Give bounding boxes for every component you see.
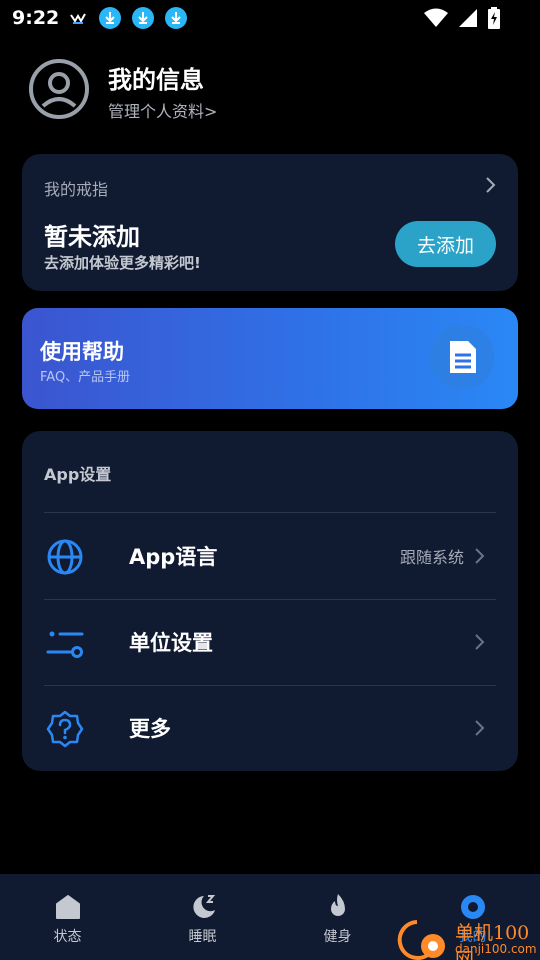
wifi-icon (424, 8, 448, 27)
sliders-icon (46, 631, 84, 658)
help-subtitle: FAQ、产品手册 (40, 370, 131, 385)
chevron-right-icon (475, 634, 485, 650)
flame-icon (330, 894, 345, 916)
home-icon (55, 895, 80, 919)
setting-value: 跟随系统 (399, 548, 464, 567)
tab-sleep[interactable]: 睡眠 (135, 874, 270, 960)
add-ring-button[interactable]: 去添加 (395, 221, 496, 267)
watermark-logo-icon (397, 920, 445, 960)
profile-header[interactable]: 我的信息 管理个人资料> (28, 58, 512, 122)
battery-charging-icon (488, 7, 500, 29)
app-settings-card: App设置 App语言 跟随系统 单位设置 更多 (22, 431, 518, 771)
ring-empty-text: 暂未添加 (44, 223, 140, 251)
globe-icon (47, 539, 83, 575)
chevron-right-icon (475, 720, 485, 736)
setting-row-unit-settings[interactable]: 单位设置 (44, 612, 496, 672)
app-notification-icon (70, 13, 87, 24)
divider (44, 685, 496, 686)
download-icon (165, 7, 188, 29)
setting-label: App语言 (129, 545, 218, 569)
divider (44, 599, 496, 600)
chevron-right-icon[interactable] (484, 176, 498, 194)
ring-card-title: 我的戒指 (44, 180, 109, 199)
status-time: 9:22 (12, 7, 60, 29)
divider (44, 512, 496, 513)
setting-label: 单位设置 (129, 631, 213, 655)
download-icon (132, 7, 155, 29)
download-icon (99, 7, 122, 29)
help-card[interactable]: 使用帮助 FAQ、产品手册 (22, 308, 518, 409)
my-ring-card[interactable]: 我的戒指 暂未添加 去添加体验更多精彩吧! 去添加 (22, 154, 518, 291)
setting-row-more[interactable]: 更多 (44, 698, 496, 758)
tab-label: 睡眠 (188, 929, 217, 945)
help-title: 使用帮助 (40, 340, 124, 364)
chevron-right-icon (475, 548, 485, 564)
settings-title: App设置 (44, 465, 112, 484)
tab-label: 状态 (53, 929, 82, 945)
setting-label: 更多 (129, 717, 171, 741)
help-icon (46, 710, 84, 748)
document-icon (430, 325, 494, 389)
profile-name: 我的信息 (108, 66, 204, 94)
manage-profile-link[interactable]: 管理个人资料> (108, 98, 217, 122)
setting-row-app-language[interactable]: App语言 跟随系统 (44, 526, 496, 586)
ring-hint-text: 去添加体验更多精彩吧! (44, 254, 201, 272)
site-watermark: 单机100网 danji100.com (385, 912, 540, 960)
watermark-url: danji100.com (455, 942, 537, 956)
tab-status[interactable]: 状态 (0, 874, 135, 960)
status-bar: 9:22 (0, 0, 540, 36)
signal-icon (459, 9, 477, 27)
avatar-icon[interactable] (28, 58, 90, 120)
moon-icon (192, 895, 215, 918)
